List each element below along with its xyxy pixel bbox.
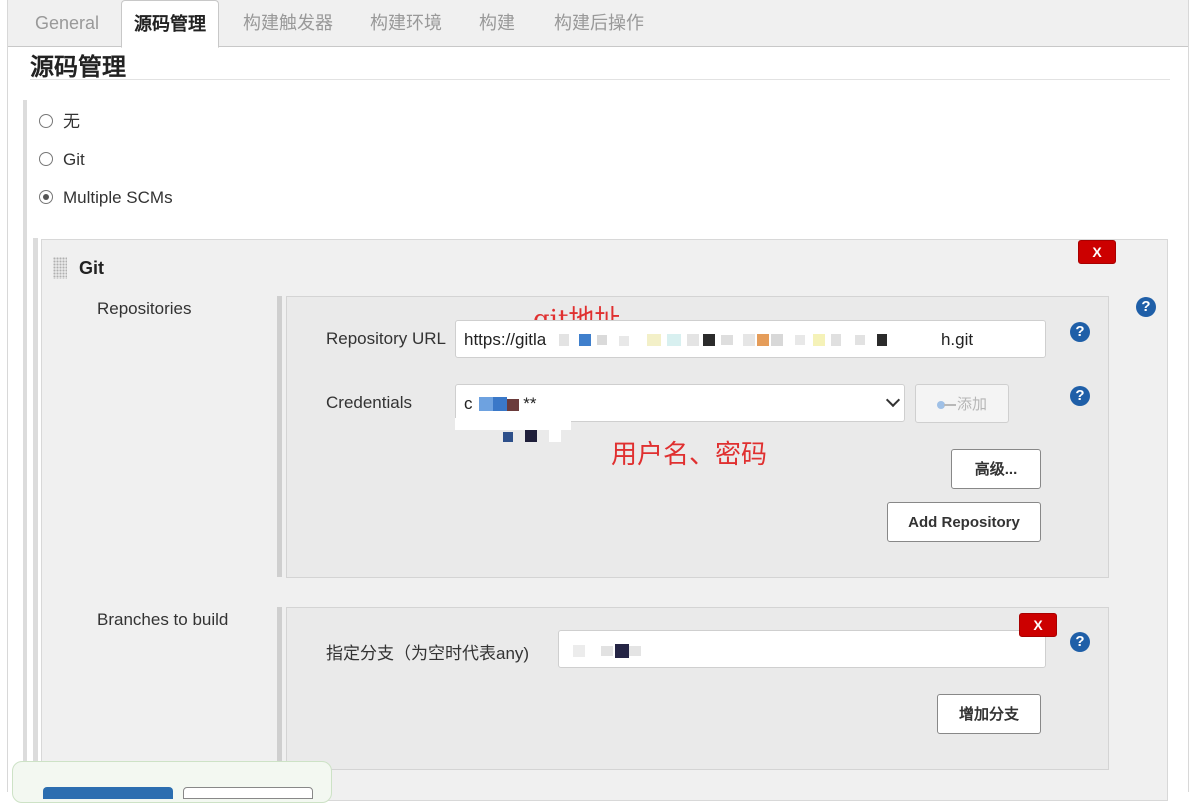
scm-option-none-label: 无: [63, 112, 80, 131]
tab-build-environment[interactable]: 构建环境: [370, 0, 442, 46]
redacted-credentials-detail: [455, 418, 575, 448]
save-button[interactable]: [43, 787, 173, 799]
key-icon: [936, 400, 957, 410]
credentials-label: Credentials: [326, 393, 412, 412]
redacted-url-middle: [551, 333, 941, 348]
delete-git-button[interactable]: X: [1078, 240, 1116, 264]
help-icon-repository-url[interactable]: ?: [1070, 322, 1090, 342]
annotation-user-password: 用户名、密码: [611, 440, 768, 470]
radio-none-icon[interactable]: [39, 113, 53, 128]
advanced-button[interactable]: 高级...: [951, 449, 1041, 489]
multiscm-left-bar: [33, 238, 38, 798]
branch-specifier-input[interactable]: [558, 630, 1046, 668]
section-left-bar: [23, 100, 27, 800]
add-branch-button[interactable]: 增加分支: [937, 694, 1041, 734]
repositories-panel-bar: [277, 296, 282, 577]
radio-git-icon[interactable]: [39, 151, 53, 166]
help-icon-git[interactable]: ?: [1136, 297, 1156, 317]
add-repository-button[interactable]: Add Repository: [887, 502, 1041, 542]
repository-url-label: Repository URL: [326, 329, 446, 348]
drag-handle-icon[interactable]: [53, 257, 67, 279]
tab-general[interactable]: General: [35, 0, 99, 46]
scm-option-none[interactable]: 无: [39, 110, 80, 134]
credentials-select[interactable]: c **: [455, 384, 905, 422]
tab-build[interactable]: 构建: [479, 0, 515, 46]
credentials-value-prefix: c: [464, 394, 473, 413]
git-block-title: Git: [79, 258, 104, 278]
branch-specifier-label: 指定分支（为空时代表any): [326, 644, 530, 663]
scm-option-multiple[interactable]: Multiple SCMs: [39, 186, 173, 210]
tab-scm[interactable]: 源码管理: [121, 0, 219, 48]
tab-build-triggers[interactable]: 构建触发器: [243, 0, 333, 46]
repository-url-input[interactable]: https://gitla h.git: [455, 320, 1046, 358]
repositories-label: Repositories: [97, 299, 192, 318]
scm-option-multiple-label: Multiple SCMs: [63, 188, 173, 207]
help-icon-credentials[interactable]: ?: [1070, 386, 1090, 406]
scm-option-git-label: Git: [63, 150, 85, 169]
branches-to-build-label: Branches to build: [97, 610, 229, 629]
section-title: 源码管理: [30, 54, 126, 81]
delete-branch-button[interactable]: X: [1019, 613, 1057, 637]
tab-post-build[interactable]: 构建后操作: [554, 0, 644, 46]
repository-url-suffix: h.git: [940, 330, 974, 349]
add-credentials-label: 添加: [956, 396, 987, 413]
section-divider: [30, 79, 1170, 80]
scm-option-git[interactable]: Git: [39, 148, 85, 172]
add-credentials-button[interactable]: 添加: [915, 384, 1009, 423]
apply-button[interactable]: [183, 787, 313, 799]
help-icon-branch[interactable]: ?: [1070, 632, 1090, 652]
radio-multiple-icon[interactable]: [39, 189, 53, 204]
branches-panel-bar: [277, 607, 282, 769]
redacted-branch: [567, 643, 647, 658]
credentials-value-suffix: **: [523, 394, 537, 413]
chevron-down-icon[interactable]: [885, 392, 901, 408]
repository-url-prefix: https://gitla: [464, 330, 547, 349]
config-tabbar: General 源码管理 构建触发器 构建环境 构建 构建后操作: [8, 0, 1188, 48]
redacted-credentials: [477, 396, 523, 413]
